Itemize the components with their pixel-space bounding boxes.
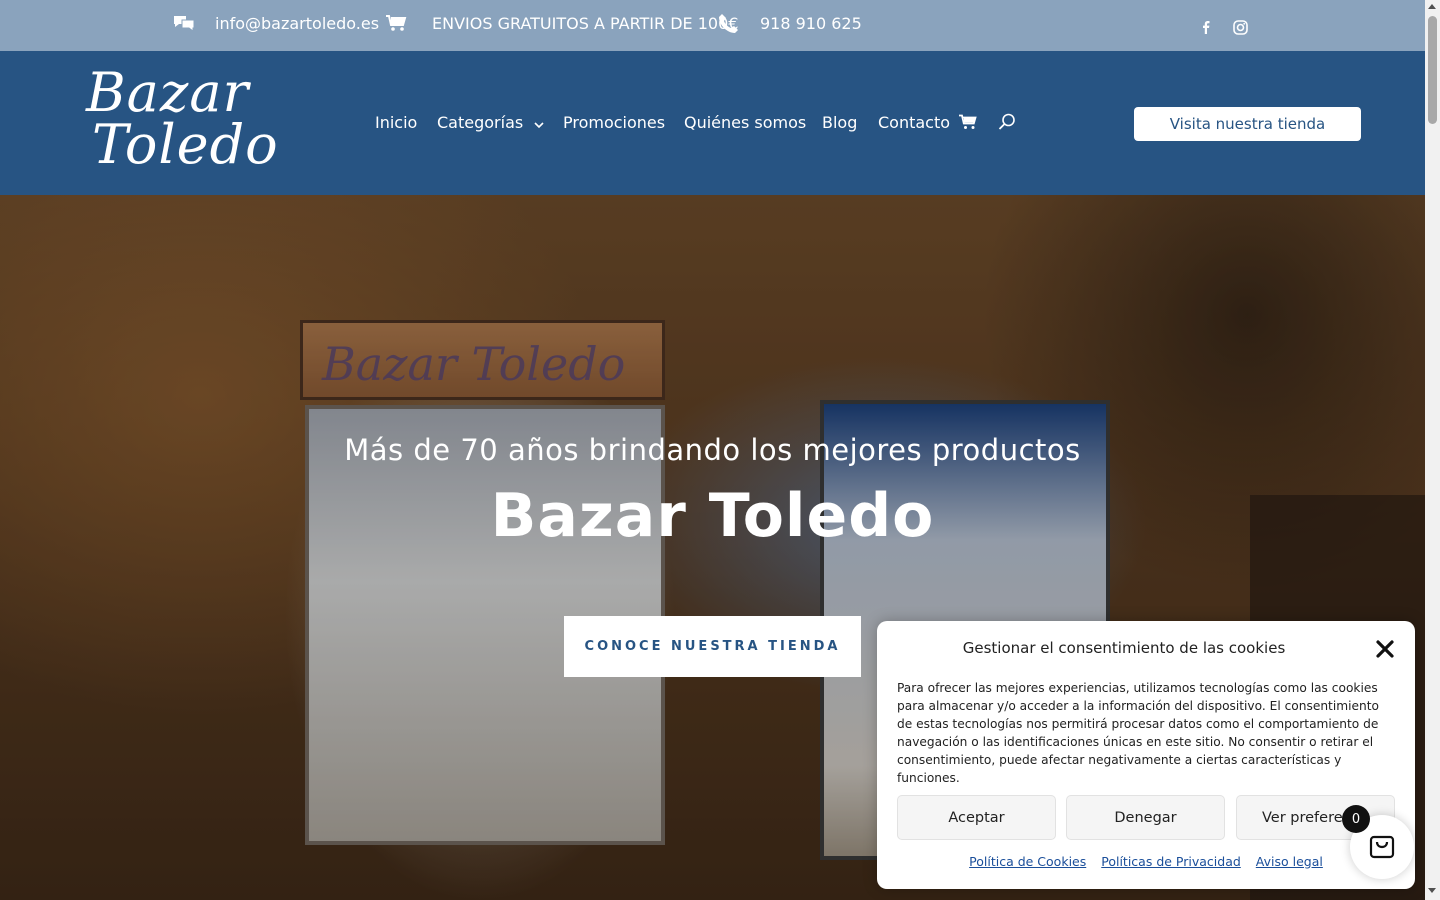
chevron-down-icon <box>534 114 544 133</box>
hero-subtitle: Más de 70 años brindando los mejores pro… <box>344 433 1081 467</box>
scroll-thumb[interactable] <box>1428 16 1437 124</box>
cookie-consent-dialog: Gestionar el consentimiento de las cooki… <box>877 621 1415 889</box>
nav-categorias[interactable]: Categorías <box>437 113 544 133</box>
nav-inicio[interactable]: Inicio <box>375 113 417 132</box>
scroll-down-arrow-icon[interactable] <box>1428 888 1436 893</box>
close-icon[interactable] <box>1375 639 1395 659</box>
cookie-deny-button[interactable]: Denegar <box>1066 795 1225 840</box>
nav-blog[interactable]: Blog <box>822 113 857 132</box>
free-shipping-text: ENVIOS GRATUITOS A PARTIR DE 100€ <box>432 13 739 33</box>
instagram-icon[interactable] <box>1233 4 1248 50</box>
email-link[interactable]: info@bazartoledo.es <box>215 0 379 46</box>
hero-cta-button[interactable]: CONOCE NUESTRA TIENDA <box>564 616 861 677</box>
site-logo[interactable]: Bazar Toledo <box>86 61 286 179</box>
shopping-bag-icon <box>1368 831 1396 863</box>
header-cart-icon[interactable] <box>959 114 977 134</box>
cart-icon <box>385 0 407 46</box>
privacy-policy-link[interactable]: Políticas de Privacidad <box>1101 854 1241 869</box>
phone-link[interactable]: 918 910 625 <box>760 0 862 46</box>
page-scrollbar[interactable] <box>1425 0 1440 900</box>
cookie-policy-link[interactable]: Política de Cookies <box>969 854 1086 869</box>
nav-categorias-label: Categorías <box>437 113 524 132</box>
search-icon[interactable] <box>998 113 1016 135</box>
cookie-accept-button[interactable]: Aceptar <box>897 795 1056 840</box>
visit-store-button[interactable]: Visita nuestra tienda <box>1134 107 1361 141</box>
legal-notice-link[interactable]: Aviso legal <box>1256 854 1323 869</box>
cookie-message: Para ofrecer las mejores experiencias, u… <box>897 681 1379 785</box>
logo-line-1: Bazar <box>86 61 250 124</box>
nav-quienes-somos[interactable]: Quiénes somos <box>684 113 806 132</box>
nav-promociones[interactable]: Promociones <box>563 113 665 132</box>
hero-title: Bazar Toledo <box>490 481 935 551</box>
cookie-title: Gestionar el consentimiento de las cooki… <box>962 639 1286 657</box>
nav-contacto[interactable]: Contacto <box>878 113 950 132</box>
logo-line-2: Toledo <box>92 113 279 176</box>
site-header: Bazar Toledo Inicio Categorías Promocion… <box>0 51 1425 195</box>
phone-icon <box>718 0 740 46</box>
scroll-up-arrow-icon[interactable] <box>1428 4 1436 9</box>
top-bar: info@bazartoledo.es ENVIOS GRATUITOS A P… <box>0 0 1425 51</box>
chat-icon <box>173 0 195 46</box>
cart-count-badge: 0 <box>1342 805 1370 833</box>
cookie-links: Política de Cookies Políticas de Privaci… <box>877 854 1415 869</box>
facebook-icon[interactable] <box>1200 4 1212 50</box>
